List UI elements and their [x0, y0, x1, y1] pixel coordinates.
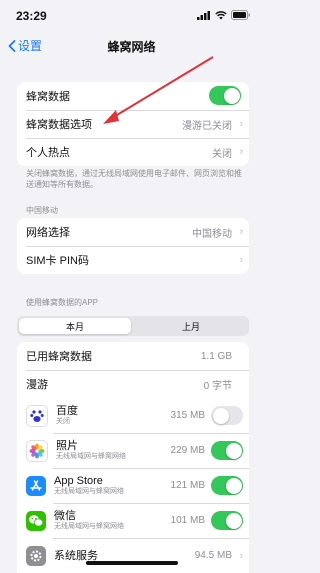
home-indicator [86, 561, 178, 565]
annotation-arrow [103, 56, 214, 124]
